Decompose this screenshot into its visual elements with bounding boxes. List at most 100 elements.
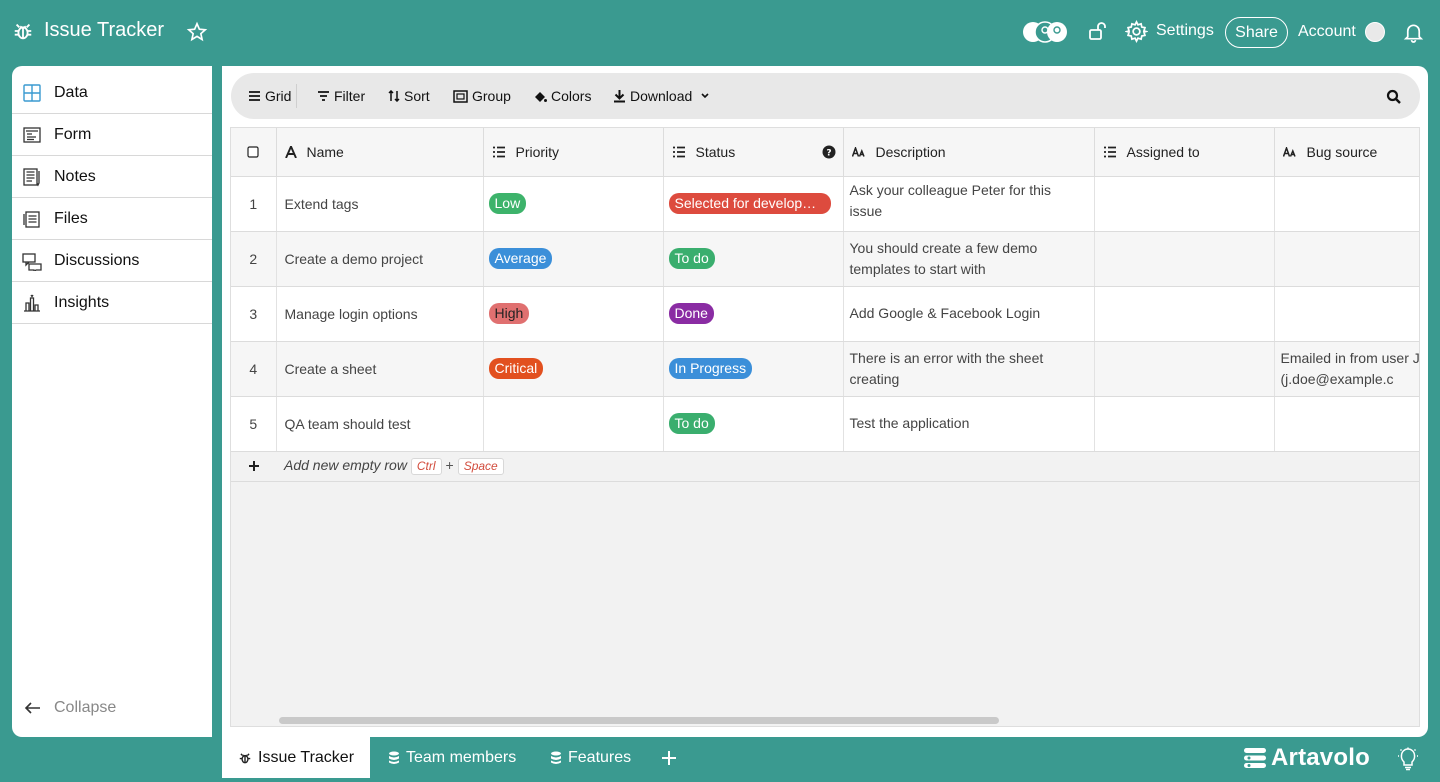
view-toolbar: Grid Filter Sort Group Colors Download [231, 73, 1420, 119]
column-header-status[interactable]: Status ? [663, 128, 844, 177]
search-icon[interactable] [1386, 89, 1402, 105]
filter-button[interactable]: Filter [317, 73, 365, 119]
help-icon[interactable]: ? [822, 145, 836, 159]
avatar[interactable] [1365, 22, 1385, 42]
description-cell[interactable]: There is an error with the sheet creatin… [843, 341, 1095, 397]
table-row[interactable]: 2 Create a demo project Average To do Yo… [231, 231, 1419, 287]
row-number: 4 [231, 341, 277, 397]
tab-label: Features [568, 748, 632, 766]
bell-icon[interactable] [1403, 21, 1424, 43]
name-cell[interactable]: Create a demo project [276, 231, 484, 287]
description-cell[interactable]: Ask your colleague Peter for this issue [843, 176, 1095, 232]
priority-cell[interactable]: Critical [483, 341, 664, 397]
tab-features[interactable]: Features [550, 737, 631, 778]
name-cell[interactable]: Manage login options [276, 286, 484, 342]
bug-source-cell[interactable] [1274, 396, 1419, 452]
unlock-icon[interactable] [1087, 21, 1107, 41]
bug-source-cell[interactable] [1274, 286, 1419, 342]
sidebar-item-insights[interactable]: Insights [12, 282, 212, 324]
brand-logo: Artavolo [1243, 744, 1370, 772]
status-cell[interactable]: In Progress [663, 341, 844, 397]
chevron-down-icon [701, 93, 709, 99]
bug-source-cell[interactable] [1274, 176, 1419, 232]
group-button[interactable]: Group [453, 73, 511, 119]
collaborators-icon[interactable] [1022, 21, 1068, 43]
select-all-header[interactable] [231, 128, 277, 177]
column-label: Bug source [1306, 143, 1378, 160]
status-cell[interactable]: Done [663, 286, 844, 342]
assigned-cell[interactable] [1094, 396, 1275, 452]
sidebar-item-label: Notes [54, 167, 96, 185]
status-cell[interactable]: To do [663, 231, 844, 287]
bug-source-cell[interactable]: Emailed in from user J Doe (j.doe@exampl… [1274, 341, 1420, 397]
star-icon[interactable] [186, 21, 208, 43]
table-row[interactable]: 5 QA team should test To do Test the app… [231, 396, 1419, 452]
sort-button[interactable]: Sort [388, 73, 430, 119]
lightbulb-icon[interactable] [1397, 747, 1419, 771]
table-row[interactable]: 4 Create a sheet Critical In Progress Th… [231, 341, 1420, 397]
description-cell[interactable]: Test the application [843, 396, 1095, 452]
description-cell[interactable]: Add Google & Facebook Login [843, 286, 1095, 342]
column-header-bug-source[interactable]: Bug source [1274, 128, 1419, 177]
sidebar-item-form[interactable]: Form [12, 114, 212, 156]
assigned-cell[interactable] [1094, 176, 1275, 232]
column-label: Priority [515, 143, 560, 160]
assigned-cell[interactable] [1094, 341, 1275, 397]
add-row-cell[interactable]: Add new empty row Ctrl + Space [276, 451, 1419, 482]
column-header-name[interactable]: Name [276, 128, 484, 177]
name-cell[interactable]: Extend tags [276, 176, 484, 232]
priority-cell[interactable]: High [483, 286, 664, 342]
grid-view-button[interactable]: Grid [248, 73, 291, 119]
name-cell[interactable]: QA team should test [276, 396, 484, 452]
bug-source-text: Emailed in from user J Doe (j.doe@exampl… [1280, 349, 1420, 387]
add-row[interactable]: Add new empty row Ctrl + Space [231, 451, 1419, 482]
checkbox-icon[interactable] [247, 146, 259, 158]
colors-button[interactable]: Colors [533, 73, 591, 119]
space-key-hint: Space [457, 458, 504, 475]
list-field-icon [672, 146, 685, 158]
account-button[interactable]: Account [1298, 23, 1356, 41]
column-header-assigned-to[interactable]: Assigned to [1094, 128, 1275, 177]
long-text-field-icon [1282, 146, 1296, 157]
arrow-left-icon [24, 702, 40, 714]
tab-label: Issue Tracker [258, 748, 355, 766]
status-cell[interactable]: To do [663, 396, 844, 452]
add-row-plus[interactable] [231, 451, 276, 482]
share-button[interactable]: Share [1225, 17, 1288, 48]
text-field-icon [284, 145, 297, 158]
status-badge: In Progress [668, 358, 753, 379]
tab-issue-tracker[interactable]: Issue Tracker [222, 737, 371, 778]
sidebar-item-files[interactable]: Files [12, 198, 212, 240]
sidebar-item-discussions[interactable]: Discussions [12, 240, 212, 282]
horizontal-scrollbar[interactable] [279, 717, 999, 724]
status-cell[interactable]: Selected for development [663, 176, 844, 232]
column-header-priority[interactable]: Priority [483, 128, 664, 177]
top-header: Issue Tracker Settings Share Account [0, 0, 1440, 64]
column-header-description[interactable]: Description [843, 128, 1095, 177]
paint-bucket-icon [535, 91, 547, 102]
bug-source-cell[interactable] [1274, 231, 1419, 287]
tab-team-members[interactable]: Team members [388, 737, 516, 778]
sidebar-item-notes[interactable]: Notes [12, 156, 212, 198]
priority-cell[interactable]: Average [483, 231, 664, 287]
collapse-button[interactable]: Collapse [24, 699, 116, 717]
sidebar-item-data[interactable]: Data [12, 72, 212, 114]
gear-icon[interactable] [1125, 20, 1148, 43]
priority-cell[interactable] [483, 396, 664, 452]
assigned-cell[interactable] [1094, 231, 1275, 287]
description-text: Ask your colleague Peter for this issue [849, 181, 1052, 219]
add-tab-icon[interactable] [661, 750, 677, 766]
table-row[interactable]: 3 Manage login options High Done Add Goo… [231, 286, 1419, 342]
priority-cell[interactable]: Low [483, 176, 664, 232]
description-cell[interactable]: You should create a few demo templates t… [843, 231, 1095, 287]
name-cell[interactable]: Create a sheet [276, 341, 484, 397]
settings-button[interactable]: Settings [1156, 22, 1214, 40]
description-text: Add Google & Facebook Login [849, 305, 1041, 321]
table-row[interactable]: 1 Extend tags Low Selected for developme… [231, 176, 1419, 232]
key-plus: + [445, 457, 454, 473]
sidebar: Data Form Notes Files Discussions Insigh… [12, 66, 212, 737]
assigned-cell[interactable] [1094, 286, 1275, 342]
row-number: 2 [231, 231, 277, 287]
download-button[interactable]: Download [613, 73, 714, 119]
sort-icon [388, 90, 400, 102]
